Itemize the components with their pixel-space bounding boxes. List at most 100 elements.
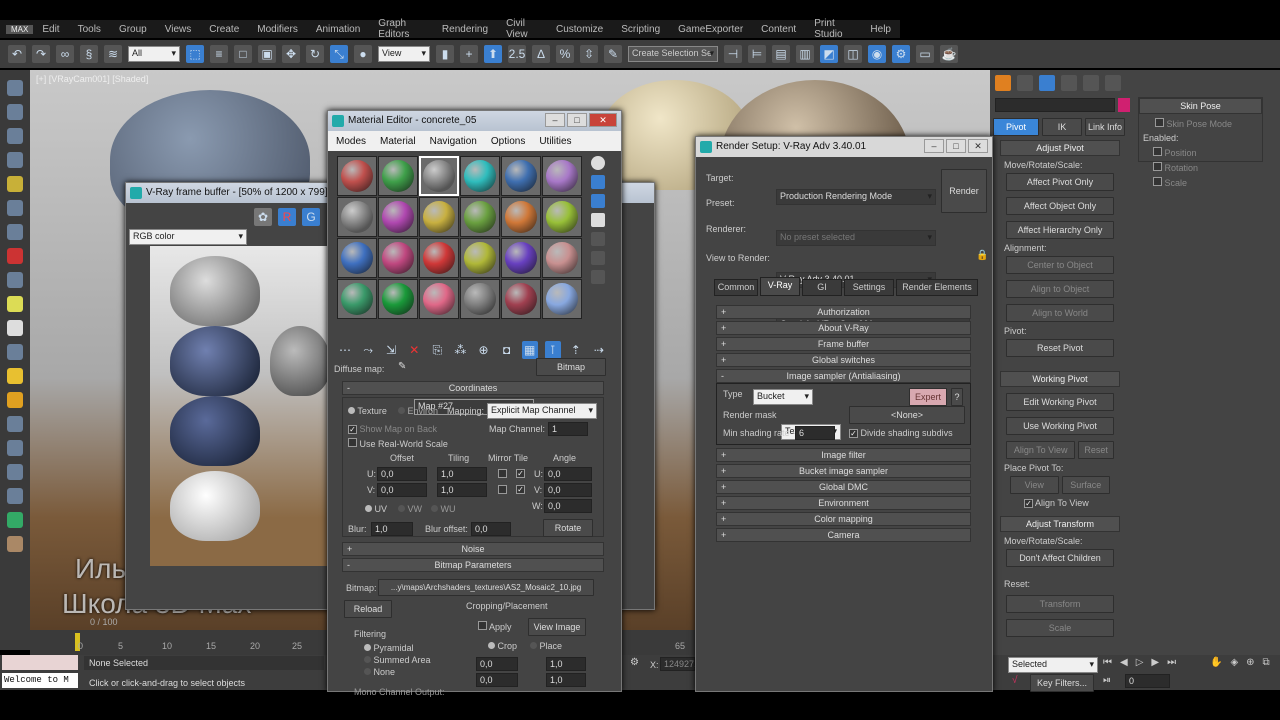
menu-navigation[interactable]: Navigation (430, 136, 477, 147)
scene-explorer-icon[interactable]: ▥ (796, 45, 814, 63)
preset-dropdown[interactable]: No preset selected (776, 230, 936, 246)
color-channels-icon[interactable]: ✿ (254, 208, 272, 226)
tab-v-ray[interactable]: V-Ray (760, 277, 800, 296)
crop-v-field[interactable]: 0,0 (476, 673, 518, 687)
material-slot[interactable] (337, 279, 377, 319)
place-surface-button[interactable]: Surface (1061, 476, 1110, 494)
previous-frame-icon[interactable]: ◀ (1120, 657, 1128, 668)
lock-icon[interactable]: 🔒 (976, 250, 988, 261)
tiling-v-field[interactable]: 1,0 (437, 483, 487, 497)
material-slot[interactable] (460, 279, 500, 319)
go-to-start-icon[interactable]: ⏮ (1103, 657, 1112, 668)
sample-uv-tiling-icon[interactable] (591, 213, 605, 227)
current-frame-field[interactable]: 0 (1125, 674, 1170, 688)
menu-gameexporter[interactable]: GameExporter (669, 24, 752, 35)
expand-toggle[interactable]: + (721, 322, 726, 334)
material-slot[interactable] (337, 156, 377, 196)
layer-manager-icon[interactable]: ▤ (772, 45, 790, 63)
expand-toggle[interactable]: + (721, 306, 726, 318)
vw-radio[interactable]: VW (398, 504, 422, 514)
go-to-end-icon[interactable]: ⏭ (1167, 657, 1176, 668)
expand-toggle[interactable]: + (721, 354, 726, 366)
snap-toggle-icon[interactable]: 2.5 (508, 45, 526, 63)
material-slot[interactable] (378, 197, 418, 237)
expand-toggle[interactable]: + (721, 338, 726, 350)
material-slot[interactable] (337, 238, 377, 278)
menu-scripting[interactable]: Scripting (612, 24, 669, 35)
mirror-u-checkbox[interactable] (498, 469, 507, 478)
minimize-button[interactable]: – (924, 139, 944, 153)
material-editor-titlebar[interactable]: Material Editor - concrete_05 – □ ✕ (328, 111, 621, 131)
rect-selection-icon[interactable]: □ (234, 45, 252, 63)
percent-snap-icon[interactable]: % (556, 45, 574, 63)
place-view-button[interactable]: View (1010, 476, 1059, 494)
reset-map-icon[interactable]: ✕ (406, 341, 423, 359)
view-image-button[interactable]: View Image (528, 618, 586, 636)
menu-civil-view[interactable]: Civil View (497, 18, 547, 40)
material-slot[interactable] (542, 156, 582, 196)
get-material-icon[interactable]: ⋯ (337, 341, 354, 359)
crop-radio[interactable]: Crop (488, 641, 517, 651)
go-to-parent-icon[interactable]: ⇡ (567, 341, 584, 359)
curve-editor-icon[interactable]: ◩ (820, 45, 838, 63)
adjust-pivot-rollout[interactable]: Adjust Pivot (1000, 140, 1120, 156)
pivot-center-icon[interactable]: ▮ (436, 45, 454, 63)
render-setup-titlebar[interactable]: Render Setup: V-Ray Adv 3.40.01 – □ ✕ (696, 137, 992, 157)
named-selection-dropdown[interactable]: Create Selection Se (628, 46, 718, 62)
min-shading-rate-spinner[interactable]: 6 (795, 426, 835, 440)
menu-edit[interactable]: Edit (33, 24, 68, 35)
viewport-label[interactable]: [+] [VRayCam001] [Shaded] (36, 74, 148, 84)
menu-utilities[interactable]: Utilities (539, 136, 571, 147)
key-mode-dropdown[interactable]: Selected (1008, 657, 1098, 673)
tool-icon[interactable] (7, 392, 23, 408)
use-working-pivot-button[interactable]: Use Working Pivot (1006, 417, 1114, 435)
texture-radio[interactable]: Texture (348, 406, 387, 416)
close-button[interactable]: ✕ (968, 139, 988, 153)
tool-icon[interactable] (7, 296, 23, 312)
unlink-icon[interactable]: § (80, 45, 98, 63)
map-type-button[interactable]: Bitmap (536, 358, 606, 376)
play-icon[interactable]: ▷ (1136, 657, 1144, 668)
target-dropdown[interactable]: Production Rendering Mode (776, 189, 936, 205)
menu-graph-editors[interactable]: Graph Editors (369, 18, 433, 40)
tool-icon[interactable] (7, 536, 23, 552)
orbit-icon[interactable]: ◈ (1230, 657, 1238, 668)
rotate-icon[interactable]: ↻ (306, 45, 324, 63)
tool-icon[interactable] (7, 272, 23, 288)
redo-icon[interactable]: ↷ (32, 45, 50, 63)
rollout-frame-buffer[interactable]: + Frame buffer (716, 337, 971, 351)
rollout-global-dmc[interactable]: + Global DMC (716, 480, 971, 494)
menu-customize[interactable]: Customize (547, 24, 612, 35)
place-icon[interactable]: ● (354, 45, 372, 63)
close-button[interactable]: ✕ (589, 113, 617, 127)
align-to-view-checkbox[interactable]: ✓ Align To View (1024, 498, 1120, 508)
modify-tab-icon[interactable] (1017, 75, 1033, 91)
tool-icon[interactable] (7, 488, 23, 504)
maxscript-listener-pink[interactable] (2, 655, 78, 670)
sun-icon[interactable] (7, 368, 23, 384)
maximize-button[interactable]: □ (946, 139, 966, 153)
menu-print-studio[interactable]: Print Studio (805, 18, 861, 40)
material-slot[interactable] (501, 238, 541, 278)
copy-material-icon[interactable]: ⎘ (429, 341, 446, 359)
tool-icon[interactable] (7, 464, 23, 480)
tool-icon[interactable] (7, 224, 23, 240)
render-button[interactable]: Render (941, 169, 987, 213)
scale-checkbox[interactable]: Scale (1153, 177, 1262, 188)
angle-w-field[interactable]: 0,0 (544, 499, 592, 513)
tool-icon[interactable] (7, 416, 23, 432)
align-icon[interactable]: ⊨ (748, 45, 766, 63)
align-to-world-button[interactable]: Align to World (1006, 304, 1114, 322)
material-slot[interactable] (501, 156, 541, 196)
material-slot[interactable] (378, 279, 418, 319)
tool-icon[interactable] (7, 104, 23, 120)
eyedropper-icon[interactable]: ✎ (398, 361, 406, 372)
show-map-on-back-checkbox[interactable]: ✓ Show Map on Back (348, 424, 437, 434)
render-production-icon[interactable]: ☕ (940, 45, 958, 63)
expert-mode-button[interactable]: Expert (909, 388, 947, 406)
expand-toggle[interactable]: - (721, 370, 724, 382)
rollout-global-switches[interactable]: + Global switches (716, 353, 971, 367)
pyramidal-radio[interactable]: Pyramidal (364, 643, 414, 653)
align-to-object-button[interactable]: Align to Object (1006, 280, 1114, 298)
object-name-field[interactable] (995, 98, 1115, 112)
